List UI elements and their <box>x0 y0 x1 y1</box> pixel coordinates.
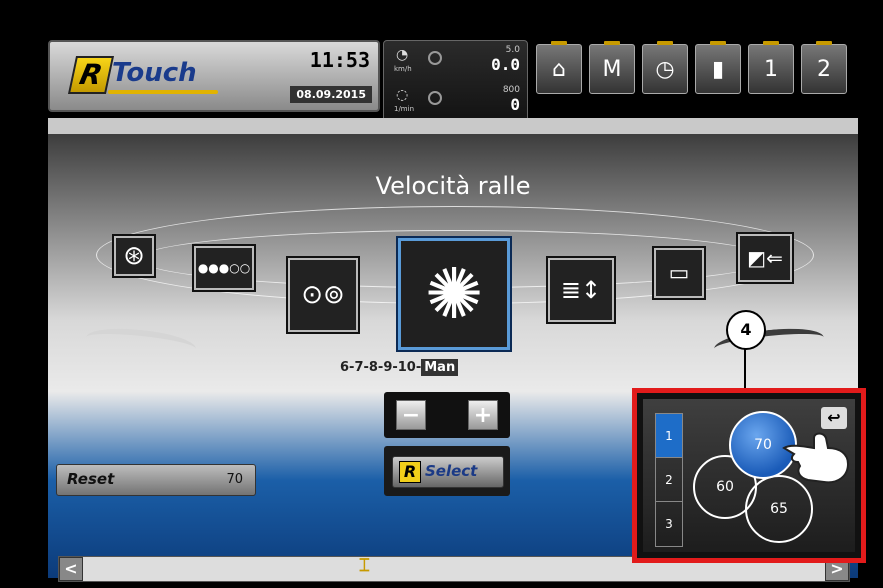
led-indicator <box>710 41 726 45</box>
menu-button[interactable]: M <box>589 41 635 94</box>
preset-tab-2[interactable]: 2 <box>656 458 682 502</box>
speed-unit: km/h <box>394 65 412 73</box>
logo-swoosh <box>108 90 218 94</box>
rpm-gauge: ◌ 1/min 800 0 <box>392 85 520 119</box>
rpm-limit: 800 <box>502 85 520 95</box>
header-panel: R Touch 11:53 08.09.2015 <box>48 40 380 112</box>
rotor-speed-button[interactable]: ✺ <box>398 238 510 350</box>
minus-button[interactable]: − <box>396 400 426 430</box>
callout-number: 4 <box>726 310 766 350</box>
reset-label: Reset <box>67 470 115 488</box>
screen-two-icon: 2 <box>817 56 831 82</box>
menu-icon: M <box>602 56 622 82</box>
pressure-mode-button[interactable]: ◩⇐ <box>738 234 792 282</box>
select-r-icon: R <box>399 461 421 483</box>
screen: R Touch 11:53 08.09.2015 ◔ km/h 5.0 0.0 … <box>0 0 883 588</box>
reset-button[interactable]: Reset 70 <box>56 464 256 496</box>
pressure-icon: ◩⇐ <box>747 246 783 270</box>
callout-line <box>744 348 746 388</box>
chain-icon: ●●●○○ <box>197 261 251 275</box>
sequence-values: 6-7-8-9-10- <box>340 360 422 375</box>
led-indicator <box>551 41 567 45</box>
screen2-button[interactable]: 2 <box>801 41 847 94</box>
preset-tabs: 1 2 3 <box>655 413 683 547</box>
scroll-left-arc-icon[interactable] <box>84 324 198 362</box>
home-icon: ⌂ <box>552 56 566 82</box>
bale-mode-button[interactable]: ▭ <box>654 248 704 298</box>
stopwatch-icon: ◷ <box>655 56 675 82</box>
belt-drive-icon: ⊙⊚ <box>301 280 345 310</box>
rotor-icon: ✺ <box>424 253 484 335</box>
plus-icon: + <box>473 402 493 428</box>
select-label: Select <box>425 462 478 480</box>
mode-sequence: 6-7-8-9-10- Man <box>340 359 459 376</box>
height-adjust-icon: ≣↕ <box>560 276 602 304</box>
adjust-box: − + <box>384 392 510 438</box>
rotor-icon: ◌ <box>396 87 409 103</box>
minus-icon: − <box>401 402 421 428</box>
speedometer-icon: ◔ <box>396 47 409 63</box>
gauge-panel: ◔ km/h 5.0 0.0 ◌ 1/min 800 0 <box>383 40 528 127</box>
speed-gauge: ◔ km/h 5.0 0.0 <box>392 45 520 79</box>
led-indicator <box>604 41 620 45</box>
logo-r: R <box>67 56 115 94</box>
status-dot-icon <box>428 91 442 105</box>
sequence-mode: Man <box>421 359 459 376</box>
screen-one-icon: 1 <box>764 56 778 82</box>
rpm-unit: 1/min <box>394 105 415 113</box>
status-dot-icon <box>428 51 442 65</box>
clock-time: 11:53 <box>309 48 370 72</box>
led-indicator <box>816 41 832 45</box>
clock-date: 08.09.2015 <box>290 86 372 103</box>
rpm-value: 0 <box>510 95 520 114</box>
stats-button[interactable]: ▮ <box>695 41 741 94</box>
chain-mode-button[interactable]: ●●●○○ <box>194 246 254 290</box>
screen1-button[interactable]: 1 <box>748 41 794 94</box>
speed-value: 0.0 <box>491 55 520 74</box>
timer-button[interactable]: ◷ <box>642 41 688 94</box>
led-indicator <box>657 41 673 45</box>
led-indicator <box>763 41 779 45</box>
preset-tab-3[interactable]: 3 <box>656 502 682 545</box>
pointing-hand-icon <box>782 432 850 484</box>
reset-value: 70 <box>226 472 243 487</box>
logo-text: Touch <box>112 58 197 88</box>
wheel-mode-button[interactable]: ⊛ <box>114 236 154 276</box>
scroll-handle[interactable]: ⌶ <box>359 555 370 581</box>
rtouch-logo: R Touch <box>67 56 222 94</box>
drive-mode-button[interactable]: ⊙⊚ <box>288 258 358 332</box>
scroll-left-button[interactable]: < <box>59 557 83 581</box>
speed-limit: 5.0 <box>505 45 520 55</box>
page-title: Velocità ralle <box>375 172 531 200</box>
home-button[interactable]: ⌂ <box>536 41 582 94</box>
wheel-icon: ⊛ <box>123 241 145 271</box>
select-box: R Select <box>384 446 510 496</box>
select-button[interactable]: R Select <box>392 456 504 488</box>
bar-chart-icon: ▮ <box>711 56 725 82</box>
plus-button[interactable]: + <box>468 400 498 430</box>
bale-icon: ▭ <box>668 260 690 286</box>
preset-tab-1[interactable]: 1 <box>656 414 682 458</box>
height-mode-button[interactable]: ≣↕ <box>548 258 614 322</box>
